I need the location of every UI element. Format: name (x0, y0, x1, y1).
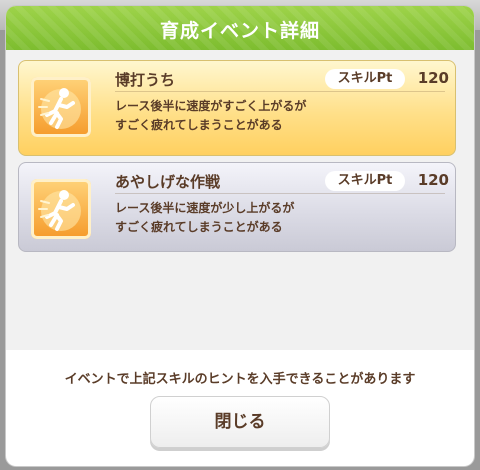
skill-pt-label: スキルPt (325, 69, 405, 89)
skill-list: 博打うち スキルPt 120 レース後半に速度がすごく上がるが すごく疲れてしま… (6, 50, 474, 350)
divider (115, 193, 445, 194)
skill-name: あやしげな作戦 (115, 173, 221, 191)
skill-pt-value: 120 (417, 171, 449, 189)
skill-pt-label: スキルPt (325, 171, 405, 191)
skill-pt-value: 120 (417, 69, 449, 87)
event-detail-dialog: 育成イベント詳細 博打うち スキルPt 120 レース後半に速度がすごく上がるが… (6, 6, 474, 466)
sprinting-figure-icon (31, 179, 91, 239)
dialog-title: 育成イベント詳細 (159, 20, 320, 42)
skill-name: 博打うち (115, 71, 176, 89)
skill-description: レース後半に速度がすごく上がるが すごく疲れてしまうことがある (115, 99, 307, 132)
skill-card-silver[interactable]: あやしげな作戦 スキルPt 120 レース後半に速度が少し上がるが すごく疲れて… (18, 162, 456, 252)
close-button[interactable]: 閉じる (150, 396, 330, 448)
hint-text: イベントで上記スキルのヒントを入手できることがあります (64, 372, 416, 387)
skill-description: レース後半に速度が少し上がるが すごく疲れてしまうことがある (115, 201, 295, 234)
dialog-header: 育成イベント詳細 (6, 6, 474, 50)
divider (115, 91, 445, 92)
skill-card-gold[interactable]: 博打うち スキルPt 120 レース後半に速度がすごく上がるが すごく疲れてしま… (18, 60, 456, 156)
sprinting-figure-icon (31, 77, 91, 137)
